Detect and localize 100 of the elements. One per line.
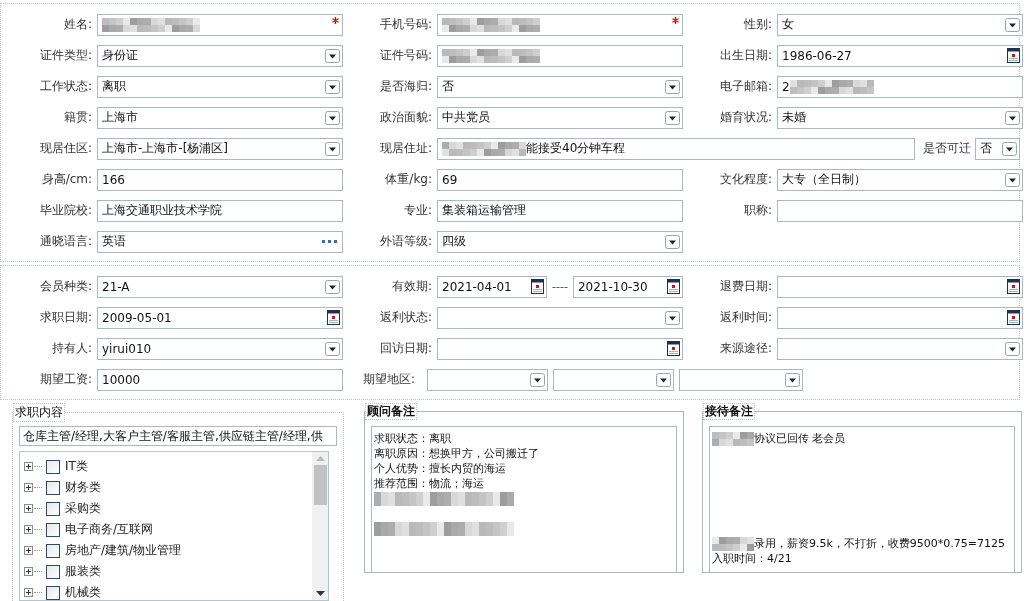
field-label: 电子邮箱: <box>718 78 773 95</box>
tree-item-label[interactable]: 财务类 <box>65 479 101 496</box>
expand-icon[interactable] <box>24 483 33 492</box>
field-label: 回访日期: <box>378 340 433 357</box>
checkbox[interactable] <box>46 543 60 558</box>
tree-item-label[interactable]: 房地产/建筑/物业管理 <box>65 542 182 559</box>
field-label: 现居住址: <box>378 140 433 157</box>
date-field[interactable] <box>777 275 1023 298</box>
text-field[interactable]: 10000 <box>97 368 343 391</box>
panel-title: 接待备注 <box>703 404 755 420</box>
expand-icon[interactable] <box>24 567 33 576</box>
dropdown[interactable]: 否 <box>437 75 683 98</box>
field-label: 姓名: <box>62 16 93 33</box>
lookup-field[interactable]: 英语 <box>97 230 343 253</box>
dropdown[interactable]: 上海市 <box>97 106 343 129</box>
field-label: 政治面貌: <box>378 109 433 126</box>
field-label: 是否海归: <box>378 78 433 95</box>
dropdown[interactable]: 大专（全日制） <box>777 168 1023 191</box>
note-text: 协议已回传 老会员 <box>754 431 846 446</box>
text-field[interactable]: 上海交通职业技术学院 <box>97 199 343 222</box>
tree-item-label[interactable]: IT类 <box>65 458 88 475</box>
field-label: 期望地区: <box>362 371 417 388</box>
field-label: 职称: <box>742 202 773 219</box>
dropdown[interactable]: 21-A <box>97 275 343 298</box>
text-field[interactable]: 166 <box>97 168 343 191</box>
dropdown[interactable]: 离职 <box>97 75 343 98</box>
checkbox[interactable] <box>46 480 60 495</box>
dropdown[interactable]: yirui010 <box>97 337 343 360</box>
field-label: 手机号码: <box>378 16 433 33</box>
note-text: 推荐范围：物流；海运 <box>374 476 484 491</box>
field-label: 是否可迁 <box>922 140 972 157</box>
text-field[interactable]: 仓库主管/经理,大客户主管/客服主管,供应链主管/经理,供 <box>19 426 337 446</box>
date-field[interactable] <box>777 306 1023 329</box>
checkbox[interactable] <box>46 459 60 474</box>
tree-item-label[interactable]: 采购类 <box>65 500 101 517</box>
dropdown[interactable]: 女 <box>777 13 1023 36</box>
text-field[interactable] <box>437 13 683 36</box>
field-label: 体重/kg: <box>384 171 433 188</box>
date-field[interactable]: 2009-05-01 <box>97 306 343 329</box>
date-field[interactable] <box>437 337 683 360</box>
expand-icon[interactable] <box>24 504 33 513</box>
field-label: 婚育状况: <box>718 109 773 126</box>
field-label: 返利时间: <box>718 309 773 326</box>
dropdown[interactable]: 身份证 <box>97 44 343 67</box>
dropdown[interactable]: 否 <box>975 137 1020 160</box>
note-text: 个人优势：擅长内贸的海运 <box>374 461 506 476</box>
calendar-icon[interactable] <box>531 279 544 294</box>
note-text: 离职原因：想换甲方，公司搬迁了 <box>374 446 539 461</box>
calendar-icon[interactable] <box>666 279 680 294</box>
field-label: 通晓语言: <box>38 233 93 250</box>
field-label: 外语等级: <box>378 233 433 250</box>
field-label: 出生日期: <box>718 47 773 64</box>
checkbox[interactable] <box>46 585 60 600</box>
checkbox[interactable] <box>46 501 60 516</box>
checkbox[interactable] <box>46 564 60 579</box>
tree-item-label[interactable]: 电子商务/互联网 <box>65 521 154 538</box>
expand-icon[interactable] <box>24 546 33 555</box>
calendar-icon[interactable] <box>1007 279 1020 294</box>
field-label: 性别: <box>742 16 773 33</box>
field-label: 证件号码: <box>378 47 433 64</box>
dropdown[interactable]: 四级 <box>437 230 683 253</box>
more-icon[interactable] <box>322 239 337 244</box>
calendar-icon[interactable] <box>1007 310 1020 325</box>
text-field[interactable] <box>97 13 343 36</box>
text-field[interactable]: 集装箱运输管理 <box>437 199 683 222</box>
pixelated-text <box>712 431 754 446</box>
expand-icon[interactable] <box>24 462 33 471</box>
scrollbar-thumb[interactable] <box>313 465 327 505</box>
text-field[interactable]: 能接受40分钟车程 <box>437 137 915 160</box>
scrollbar[interactable] <box>312 452 328 600</box>
field-label: 返利状态: <box>378 309 433 326</box>
pixelated-text <box>712 536 754 551</box>
field-label: 来源途径: <box>718 340 773 357</box>
expand-icon[interactable] <box>24 525 33 534</box>
dropdown[interactable]: 上海市-上海市-[杨浦区] <box>97 137 343 160</box>
checkbox[interactable] <box>46 522 60 537</box>
text-field[interactable]: 2 <box>777 75 1023 98</box>
scroll-down-icon[interactable] <box>315 591 325 596</box>
tree-item-label[interactable]: 服装类 <box>65 563 101 580</box>
tree-item-label[interactable]: 机械类 <box>65 584 101 601</box>
note-text: 入职时间：4/21 <box>712 551 792 566</box>
dropdown[interactable]: 中共党员 <box>437 106 683 129</box>
dropdown[interactable]: 未婚 <box>777 106 1023 129</box>
field-label: 持有人: <box>50 340 93 357</box>
date-field[interactable]: 2021-10-30 <box>572 275 683 298</box>
calendar-icon[interactable] <box>1007 48 1020 63</box>
notes-textarea[interactable]: 求职状态：离职 离职原因：想换甲方，公司搬迁了 个人优势：擅长内贸的海运 推荐范围：物流；海运 <box>371 426 677 572</box>
date-field[interactable]: 2021-04-01 <box>437 275 547 298</box>
note-text: 录用，薪资9.5k，不打折，收费9500*0.75=7125 <box>754 536 1006 551</box>
field-label: 求职日期: <box>38 309 93 326</box>
date-field[interactable]: 1986-06-27 <box>777 44 1023 67</box>
notes-textarea[interactable]: 协议已回传 老会员 录用，薪资9.5k，不打折，收费9500*0.75=7125 入职时间：4/21 <box>709 426 1015 572</box>
text-field[interactable] <box>777 199 1023 222</box>
calendar-icon[interactable] <box>327 310 340 325</box>
calendar-icon[interactable] <box>667 341 680 356</box>
expand-icon[interactable] <box>24 588 33 597</box>
text-field[interactable] <box>437 44 683 67</box>
text-field[interactable]: 69 <box>437 168 683 191</box>
field-label: 毕业院校: <box>38 202 93 219</box>
field-label: 期望工资: <box>38 371 93 388</box>
